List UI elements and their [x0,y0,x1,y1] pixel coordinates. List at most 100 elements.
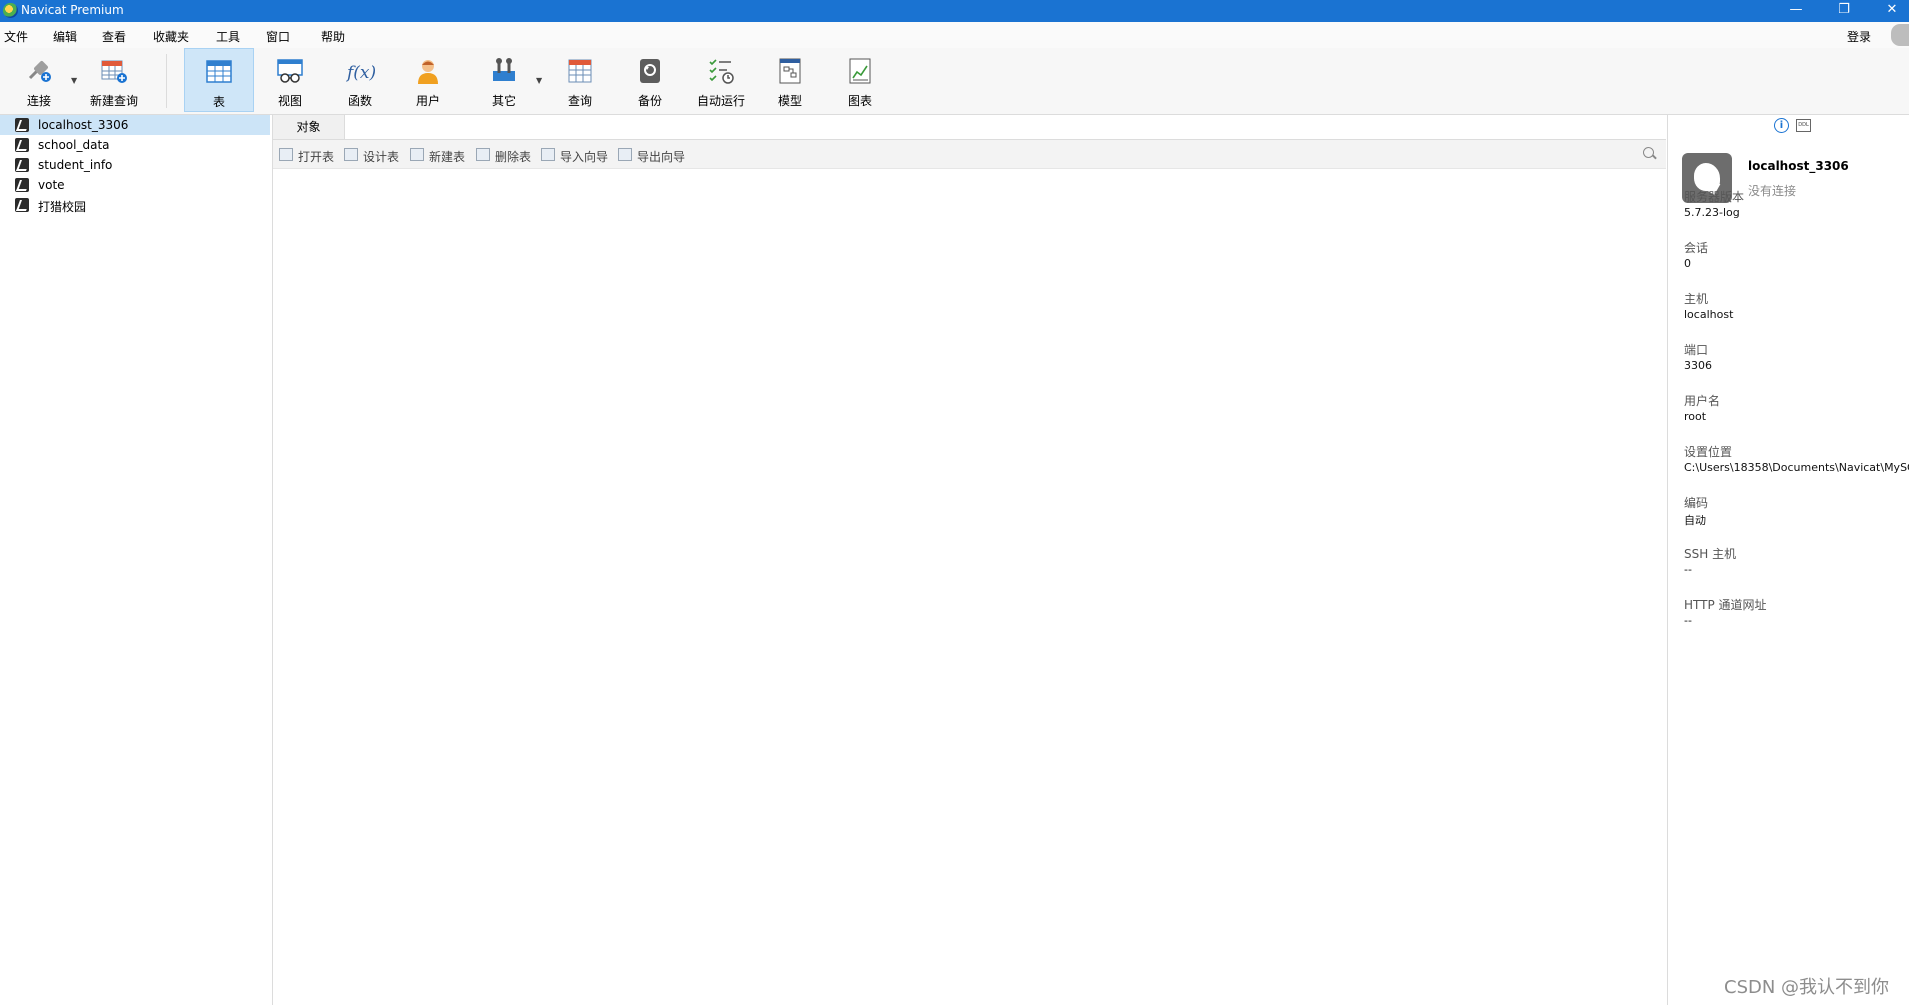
user-button[interactable]: 用户 [398,48,458,112]
import-wizard-label: 导入向导 [560,150,609,164]
new-query-button[interactable]: 新建查询 [84,48,144,112]
chart-label: 图表 [847,94,872,108]
window-title: Navicat Premium [21,3,124,17]
function-glyph: f(x) [345,63,375,83]
other-label: 其它 [491,94,516,108]
chart-icon [849,58,871,84]
new-table-label: 新建表 [429,150,466,164]
table-button[interactable]: 表 [184,48,254,112]
open-table-icon [279,148,293,161]
new-query-label: 新建查询 [89,94,138,108]
mysql-connection-icon [15,118,29,132]
autorun-label: 自动运行 [696,94,745,108]
ddl-icon[interactable]: DDL [1796,119,1811,132]
view-button[interactable]: 视图 [260,48,320,112]
minimize-button[interactable]: — [1773,0,1819,22]
menu-window[interactable]: 窗口 [266,28,290,45]
search-icon[interactable] [1643,147,1654,158]
menu-view[interactable]: 查看 [102,28,126,45]
export-wizard-label: 导出向导 [637,150,686,164]
prop-value-sessions: 0 [1684,257,1691,270]
menu-bar: 文件 编辑 查看 收藏夹 工具 窗口 帮助 登录 [0,22,1909,48]
prop-label-sessions: 会话 [1684,241,1709,255]
delete-table-icon [476,148,490,161]
other-button[interactable]: 其它 [474,48,534,112]
connection-label: 打猎校园 [38,200,87,214]
menu-help[interactable]: 帮助 [321,28,345,45]
main-toolbar: 连接 ▼ 新建查询 表 视图 f(x) 函数 用户 其它 ▼ 查询 备份 自动运… [0,48,1909,115]
query-label: 查询 [567,94,592,108]
menu-tools[interactable]: 工具 [216,28,240,45]
tab-objects[interactable]: 对象 [273,115,345,139]
connect-dropdown-icon[interactable]: ▼ [71,76,77,85]
close-button[interactable]: ✕ [1869,0,1909,22]
toolbar-separator [166,54,167,108]
autorun-checklist-icon [709,59,734,84]
function-button[interactable]: f(x) 函数 [330,48,390,112]
menu-file[interactable]: 文件 [4,28,28,45]
info-panel: i DDL localhost_3306 没有连接 服务器版本 5.7.23-l… [1667,115,1909,1005]
mysql-connection-icon [15,198,29,212]
prop-label-settings-location: 设置位置 [1684,445,1733,459]
navicat-logo-icon [3,3,18,18]
prop-value-host: localhost [1684,308,1734,321]
title-bar: Navicat Premium — ❐ ✕ [0,0,1909,22]
prop-label-encoding: 编码 [1684,496,1709,510]
connection-item-localhost[interactable]: localhost_3306 [0,115,270,135]
prop-label-ssh-host: SSH 主机 [1684,547,1737,561]
connection-item-vote[interactable]: vote [0,175,270,195]
other-dropdown-icon[interactable]: ▼ [536,76,542,85]
function-fx-icon: f(x) [345,63,375,83]
object-toolbar: 打开表 设计表 新建表 删除表 导入向导 导出向导 [273,140,1666,169]
prop-label-port: 端口 [1684,343,1709,357]
restore-button[interactable]: ❐ [1821,0,1867,22]
open-table-label: 打开表 [298,150,335,164]
mysql-connection-icon [15,178,29,192]
info-connection-name: localhost_3306 [1748,159,1849,173]
prop-value-ssh-host: -- [1684,563,1692,576]
connection-tree: localhost_3306 school_data student_info … [0,115,273,1005]
login-link[interactable]: 登录 [1847,28,1871,45]
prop-value-port: 3306 [1684,359,1712,372]
menu-edit[interactable]: 编辑 [53,28,77,45]
user-label: 用户 [415,94,440,108]
user-avatar-icon[interactable] [1891,24,1909,46]
connection-item-campus[interactable]: 打猎校园 [0,195,270,215]
view-glasses-icon [277,59,303,83]
function-label: 函数 [347,94,372,108]
chart-button[interactable]: 图表 [830,48,890,112]
connection-label: student_info [38,158,113,172]
prop-label-http-tunnel: HTTP 通道网址 [1684,598,1767,612]
info-icon[interactable]: i [1774,118,1789,133]
connection-label: school_data [38,138,110,152]
connection-item-school-data[interactable]: school_data [0,135,270,155]
prop-value-username: root [1684,410,1707,423]
model-button[interactable]: 模型 [760,48,820,112]
menu-favorites[interactable]: 收藏夹 [153,28,189,45]
connect-button[interactable]: 连接 [12,48,66,112]
export-wizard-icon [618,148,632,161]
dolphin-icon [1694,163,1720,191]
delete-table-label: 删除表 [495,150,532,164]
model-icon [779,58,801,84]
connect-label: 连接 [26,94,51,108]
view-label: 视图 [277,94,302,108]
plug-icon [28,61,51,82]
autorun-button[interactable]: 自动运行 [690,48,752,112]
query-button[interactable]: 查询 [550,48,610,112]
backup-button[interactable]: 备份 [620,48,680,112]
new-table-icon [410,148,424,161]
csdn-watermark: CSDN @我认不到你 [1724,977,1890,998]
mysql-connection-icon [15,138,29,152]
design-table-label: 设计表 [363,150,400,164]
connection-item-student-info[interactable]: student_info [0,155,270,175]
connection-label: vote [38,178,65,192]
backup-icon [640,59,660,83]
user-icon [418,60,438,84]
table-label: 表 [212,95,225,109]
backup-label: 备份 [637,94,662,108]
model-label: 模型 [777,94,802,108]
prop-label-username: 用户名 [1684,394,1721,408]
prop-value-http-tunnel: -- [1684,614,1692,627]
tab-bar-empty [345,115,1666,139]
